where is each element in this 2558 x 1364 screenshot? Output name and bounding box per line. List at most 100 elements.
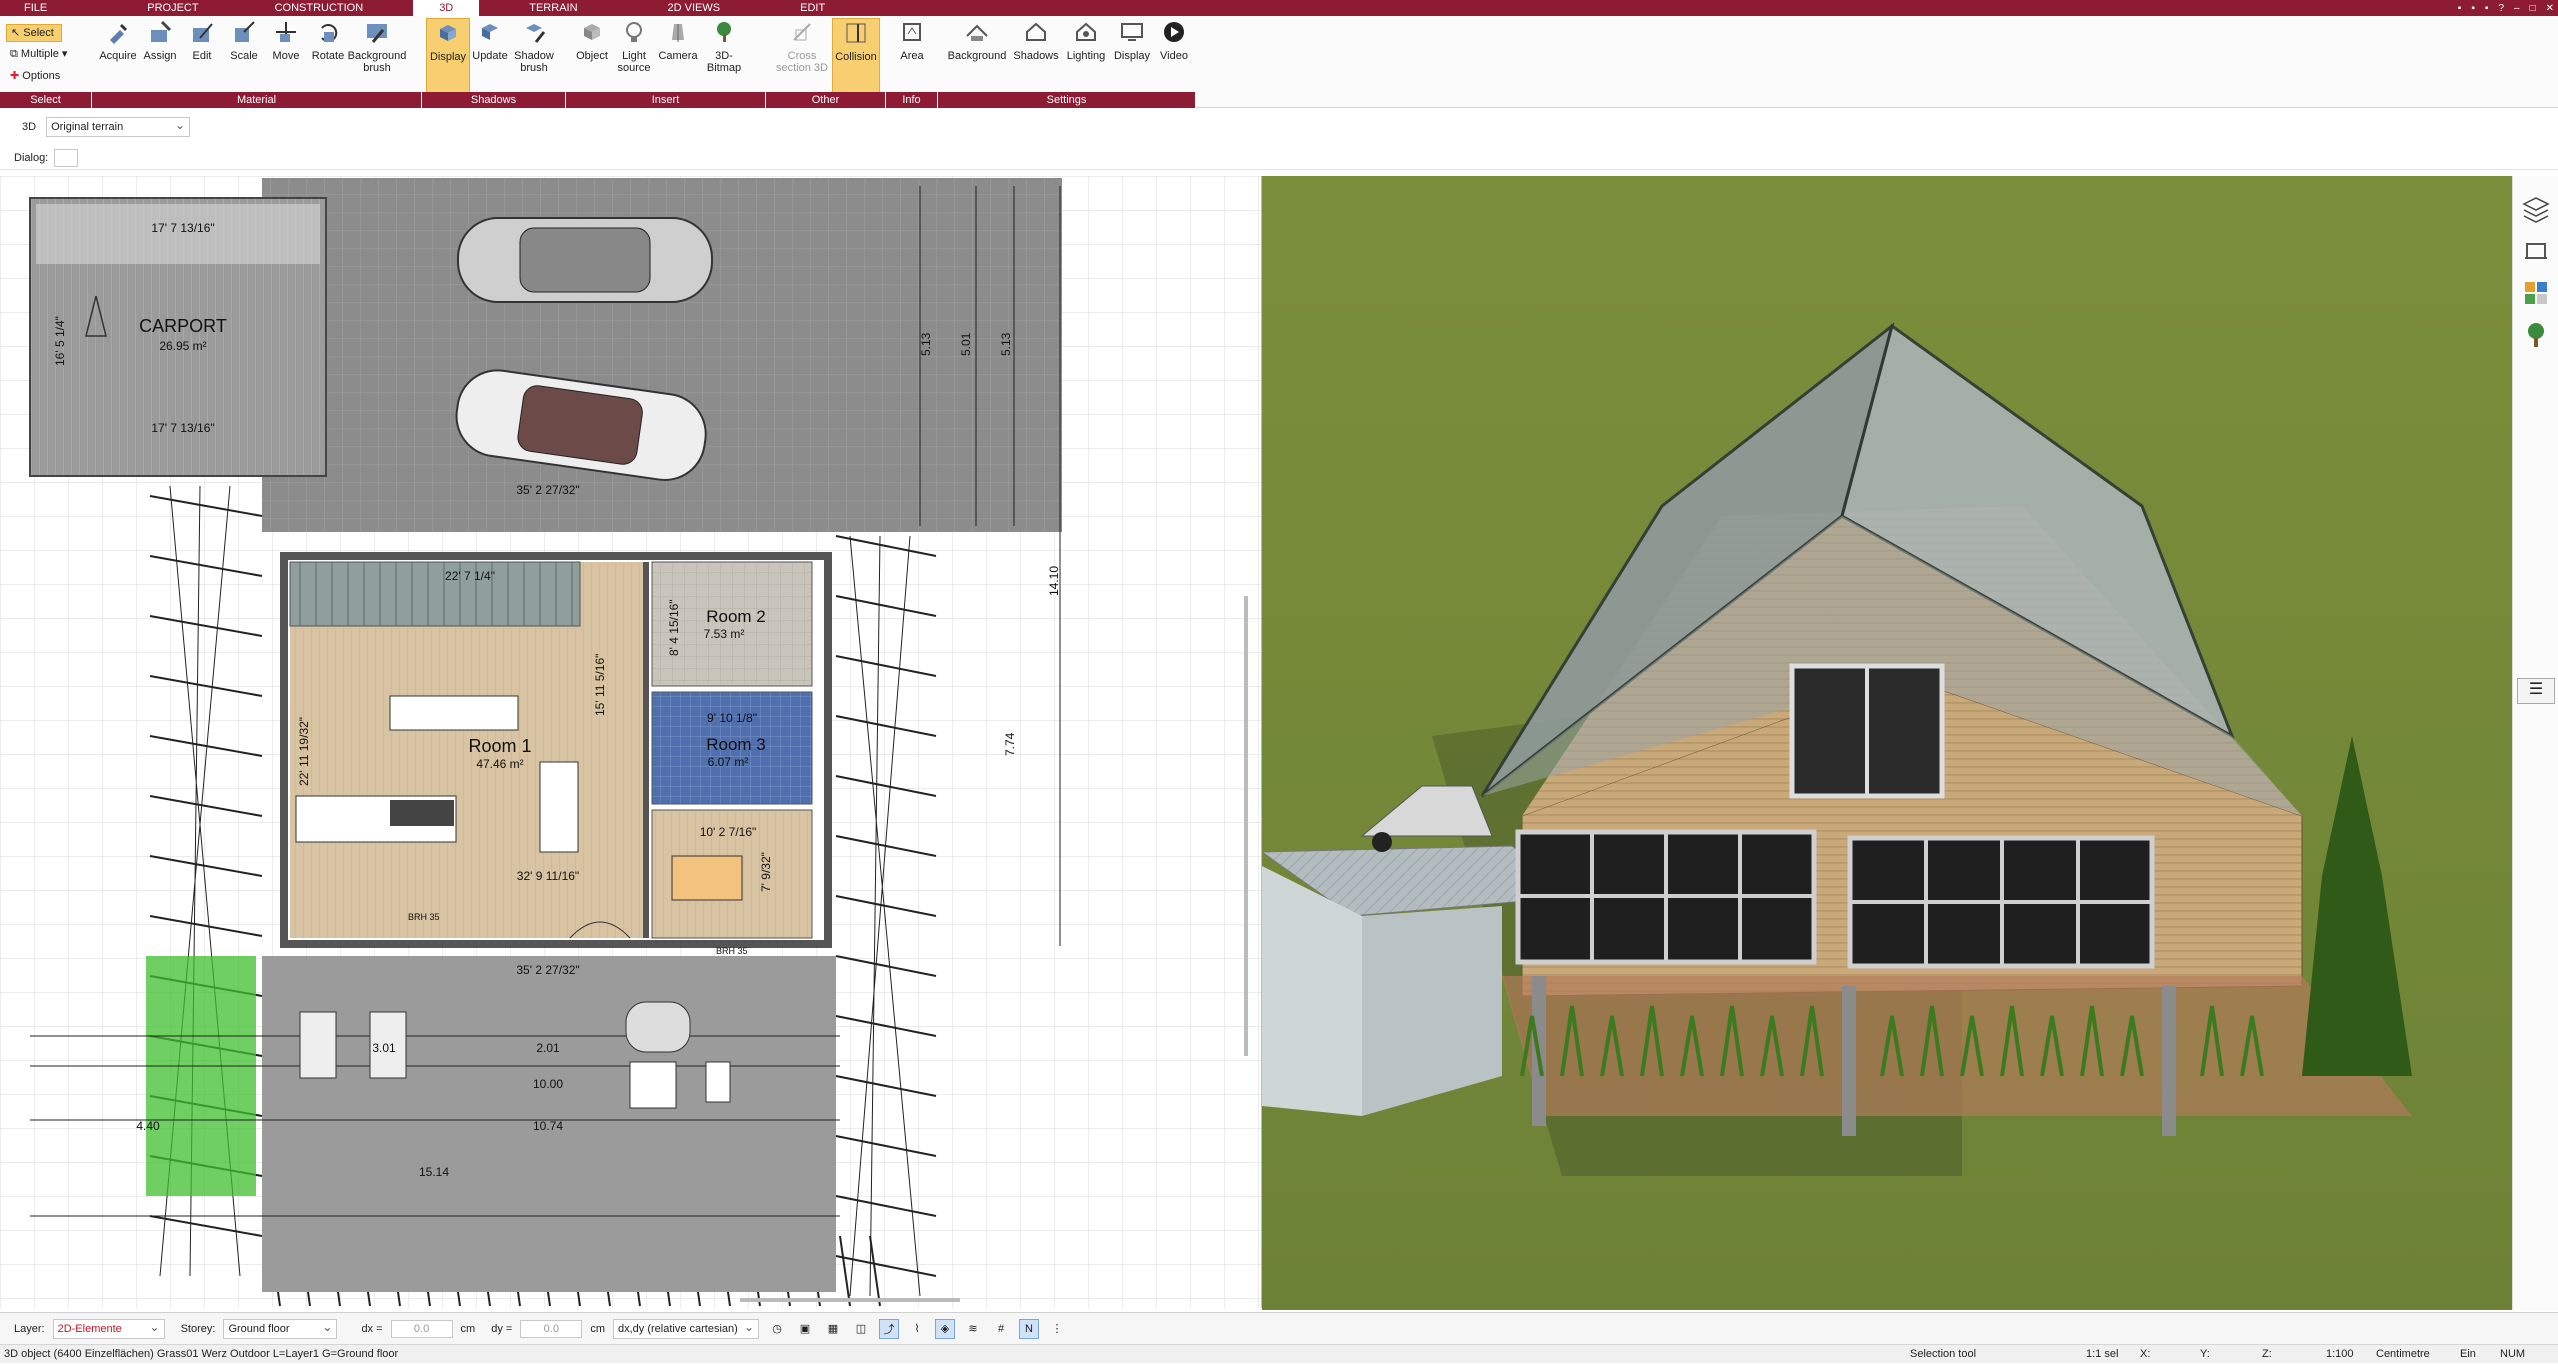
garden-chair[interactable] [705, 1061, 731, 1103]
camera-icon [664, 18, 692, 46]
menu-tab-project[interactable]: PROJECT [137, 0, 208, 16]
light-source-label: Light source [617, 50, 651, 74]
rotate-button[interactable]: Rotate [306, 18, 350, 94]
sofa[interactable] [539, 761, 579, 853]
close-icon[interactable]: ✕ [2546, 3, 2554, 14]
staircase[interactable] [289, 561, 581, 627]
plan-vertical-scrollbar[interactable] [1244, 596, 1248, 1056]
multiple-button[interactable]: ⧉ Multiple ▾ [6, 46, 67, 62]
swing-chair[interactable] [625, 1001, 691, 1053]
plants-icon[interactable] [2521, 320, 2551, 350]
select-button[interactable]: ↖ Select [6, 24, 62, 42]
quick-icon-1[interactable]: ▪ [2458, 3, 2462, 14]
menu-tab-construction[interactable]: CONSTRUCTION [265, 0, 374, 16]
snap-grid-icon[interactable]: ▦ [823, 1319, 843, 1339]
object-button[interactable]: Object [570, 18, 614, 94]
room-1-area: 47.46 m² [476, 757, 523, 771]
scale-button[interactable]: Scale [222, 18, 266, 94]
assign-label: Assign [143, 50, 177, 62]
status-x: X: [2140, 1348, 2151, 1360]
snap-line-icon[interactable]: ⤴ [879, 1318, 899, 1339]
furniture-icon[interactable] [2521, 236, 2551, 266]
lounger-1[interactable] [299, 1011, 337, 1079]
dialog-input[interactable] [54, 148, 79, 167]
dx-input[interactable]: 0.0 [390, 1319, 453, 1338]
move-button[interactable]: Move [264, 18, 308, 94]
materials-icon[interactable] [2521, 278, 2551, 308]
lighting-button[interactable]: Lighting [1062, 18, 1110, 94]
move-label: Move [272, 50, 300, 62]
garden-table[interactable] [629, 1061, 677, 1109]
layers-icon[interactable] [2521, 194, 2551, 224]
snap-wall-icon[interactable]: ≋ [963, 1319, 983, 1339]
dx-label: dx = [361, 1322, 383, 1335]
cross-section-3d-label: Cross section 3D [776, 50, 828, 74]
panel-handle-icon[interactable]: ☰ [2517, 678, 2555, 704]
group-info: Info [886, 92, 938, 108]
kitchen-island[interactable] [389, 695, 519, 731]
layer-label: Layer: [14, 1322, 45, 1335]
shadow-display-label: Display [429, 51, 467, 63]
menu-tab-file[interactable]: FILE [14, 0, 57, 16]
layer-dropdown[interactable]: 2D-Elemente [52, 1318, 165, 1339]
bitmap-3d-button[interactable]: 3D-Bitmap [700, 18, 748, 94]
menu-tab-edit[interactable]: EDIT [790, 0, 835, 16]
menu-tab-terrain[interactable]: TERRAIN [519, 0, 587, 16]
quick-icon-3[interactable]: ▪ [2485, 3, 2489, 14]
shadow-brush-button[interactable]: Shadow brush [512, 18, 556, 94]
snap-icon[interactable]: ▣ [795, 1319, 815, 1339]
3d-view[interactable] [1262, 176, 2512, 1310]
minimize-icon[interactable]: – [2514, 3, 2520, 14]
shadow-update-button[interactable]: Update [468, 18, 512, 94]
snap-angle-icon[interactable]: ◈ [935, 1318, 955, 1339]
3d-canvas[interactable] [1262, 176, 2512, 1310]
status-num: NUM [2500, 1348, 2526, 1360]
light-source-button[interactable]: Light source [612, 18, 656, 94]
display-settings-button[interactable]: Display [1110, 18, 1154, 94]
plan-horizontal-scrollbar[interactable] [740, 1298, 960, 1302]
acquire-button[interactable]: Acquire [96, 18, 140, 94]
floor-plan-canvas[interactable]: CARPORT 26.95 m² 17' 7 13/16" 17' 7 13/1… [0, 176, 1262, 1308]
shadows-settings-button[interactable]: Shadows [1013, 18, 1059, 94]
snap-point-icon[interactable]: ⌇ [907, 1319, 927, 1339]
carport-area-label: 26.95 m² [159, 339, 206, 353]
shadow-display-button[interactable]: Display [426, 18, 470, 94]
dialog-label: Dialog: [14, 151, 49, 164]
view-mode-label: 3D [22, 121, 37, 133]
status-ein: Ein [2460, 1348, 2476, 1360]
collision-button[interactable]: Collision [832, 18, 880, 94]
terrain-dropdown[interactable]: Original terrain [46, 116, 191, 137]
menu-tab-3d[interactable]: 3D [413, 0, 480, 16]
options-button[interactable]: ✚ Options [6, 68, 60, 84]
assign-button[interactable]: Assign [138, 18, 182, 94]
video-button[interactable]: Video [1152, 18, 1196, 94]
background-brush-button[interactable]: Background brush [348, 18, 406, 94]
edit-button[interactable]: Edit [180, 18, 224, 94]
help-icon[interactable]: ? [2498, 3, 2504, 14]
quick-icon-2[interactable]: ▪ [2471, 3, 2475, 14]
camera-button[interactable]: Camera [656, 18, 700, 94]
snap-object-icon[interactable]: ◫ [851, 1319, 871, 1339]
scale-label: Scale [230, 50, 258, 62]
dim-774: 7.74 [1003, 732, 1017, 756]
room-2-name: Room 2 [706, 607, 766, 626]
menu-tab-2d-views[interactable]: 2D VIEWS [658, 0, 731, 16]
shadows-settings-label: Shadows [1013, 50, 1059, 62]
background-button[interactable]: Background [946, 18, 1008, 94]
dy-input[interactable]: 0.0 [520, 1319, 583, 1338]
grid-icon[interactable]: # [991, 1319, 1011, 1339]
floor-plan-view[interactable]: CARPORT 26.95 m² 17' 7 13/16" 17' 7 13/1… [0, 176, 1262, 1308]
more-icon[interactable]: ⋮ [1047, 1319, 1067, 1339]
area-button[interactable]: Area [890, 18, 934, 94]
storey-dropdown[interactable]: Ground floor [223, 1318, 338, 1339]
coordinate-mode-dropdown[interactable]: dx,dy (relative cartesian) [613, 1318, 759, 1339]
cross-section-3d-button[interactable]: Cross section 3D [776, 18, 828, 94]
coordinate-mode-value: dx,dy (relative cartesian) [618, 1322, 738, 1335]
dining-table[interactable] [671, 855, 743, 901]
collision-icon [842, 19, 870, 47]
maximize-icon[interactable]: □ [2530, 3, 2536, 14]
car-top [457, 217, 713, 303]
clock-icon[interactable]: ◷ [767, 1319, 787, 1339]
layer-value: 2D-Elemente [57, 1322, 122, 1335]
north-icon[interactable]: N [1019, 1318, 1039, 1339]
